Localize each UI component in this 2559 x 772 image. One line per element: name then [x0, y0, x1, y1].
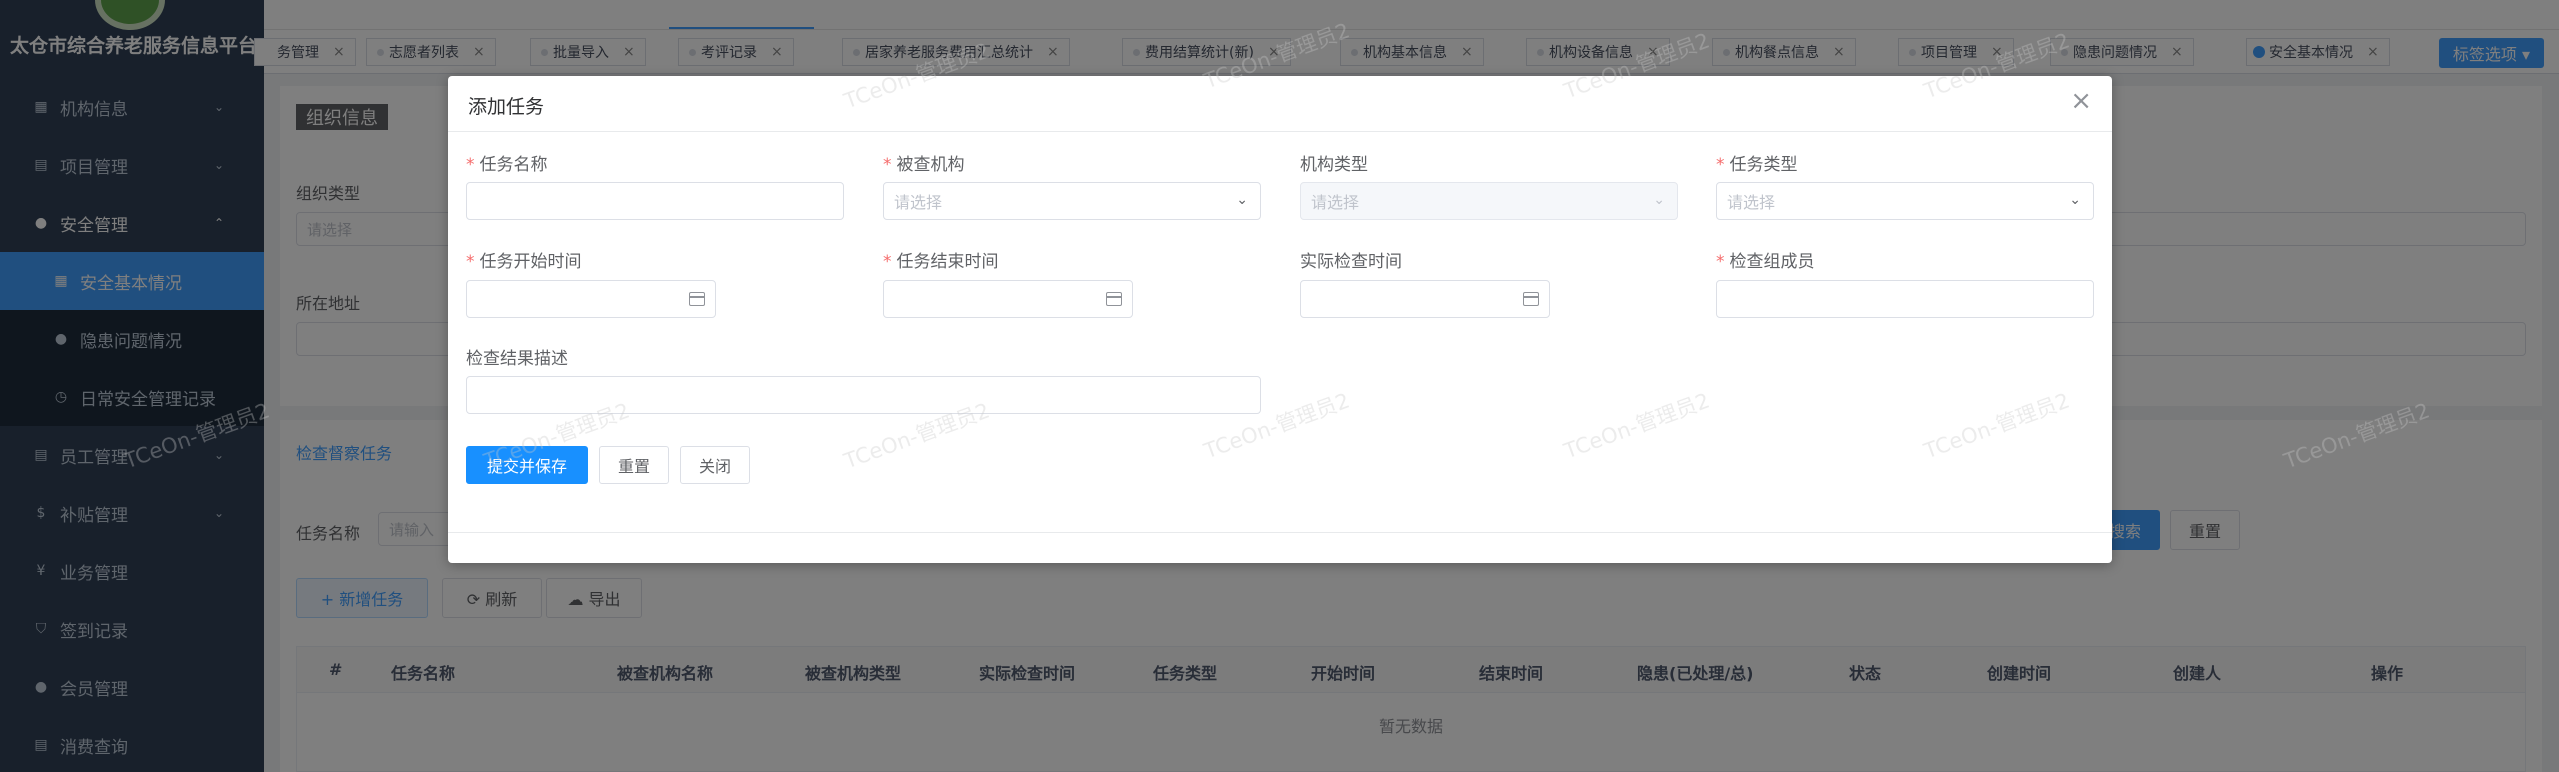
label-text: 任务名称 — [479, 155, 548, 175]
end-time-label: * 任务结束时间 — [883, 247, 999, 272]
select-placeholder: 请选择 — [1311, 193, 1360, 212]
org-type-select: 请选择 ⌄ — [1300, 182, 1678, 220]
end-time-picker[interactable] — [883, 280, 1133, 318]
required-mark: * — [883, 155, 892, 175]
chevron-down-icon: ⌄ — [2069, 192, 2081, 208]
add-task-dialog: 添加任务 × * 任务名称 * 被查机构 请选择 ⌄ 机构类型 请选择 ⌄ * 任务类型 … — [448, 76, 2112, 563]
reset-button[interactable]: 重置 — [599, 446, 669, 484]
close-button[interactable]: 关闭 — [680, 446, 750, 484]
required-mark: * — [466, 252, 475, 272]
task-type-label: * 任务类型 — [1716, 150, 1798, 175]
result-desc-input[interactable] — [466, 376, 1261, 414]
actual-time-label: 实际检查时间 — [1300, 247, 1402, 272]
task-name-label: * 任务名称 — [466, 150, 548, 175]
select-placeholder: 请选择 — [1727, 193, 1776, 212]
calendar-icon — [689, 292, 705, 306]
dialog-footer-divider — [448, 532, 2112, 533]
close-icon[interactable]: × — [2070, 88, 2092, 114]
required-mark: * — [883, 252, 892, 272]
chevron-down-icon: ⌄ — [1236, 192, 1248, 208]
result-desc-label: 检查结果描述 — [466, 344, 568, 369]
label-text: 检查结果描述 — [466, 349, 568, 369]
calendar-icon — [1106, 292, 1122, 306]
label-text: 检查组成员 — [1729, 252, 1815, 272]
required-mark: * — [1716, 252, 1725, 272]
label-text: 机构类型 — [1300, 155, 1368, 175]
label-text: 任务结束时间 — [896, 252, 999, 272]
label-text: 任务类型 — [1729, 155, 1798, 175]
label-text: 任务开始时间 — [479, 252, 582, 272]
calendar-icon — [1523, 292, 1539, 306]
dialog-header: 添加任务 × — [448, 76, 2112, 132]
required-mark: * — [466, 155, 475, 175]
actual-time-picker[interactable] — [1300, 280, 1550, 318]
submit-save-button[interactable]: 提交并保存 — [466, 446, 588, 484]
org-type-label: 机构类型 — [1300, 150, 1368, 175]
select-placeholder: 请选择 — [894, 193, 943, 212]
start-time-picker[interactable] — [466, 280, 716, 318]
start-time-label: * 任务开始时间 — [466, 247, 582, 272]
members-label: * 检查组成员 — [1716, 247, 1815, 272]
task-type-select[interactable]: 请选择 ⌄ — [1716, 182, 2094, 220]
label-text: 被查机构 — [896, 155, 965, 175]
inspected-org-label: * 被查机构 — [883, 150, 965, 175]
dialog-title: 添加任务 — [468, 96, 545, 118]
label-text: 实际检查时间 — [1300, 252, 1402, 272]
required-mark: * — [1716, 155, 1725, 175]
chevron-down-icon: ⌄ — [1653, 192, 1665, 208]
members-input[interactable] — [1716, 280, 2094, 318]
task-name-input[interactable] — [466, 182, 844, 220]
inspected-org-select[interactable]: 请选择 ⌄ — [883, 182, 1261, 220]
